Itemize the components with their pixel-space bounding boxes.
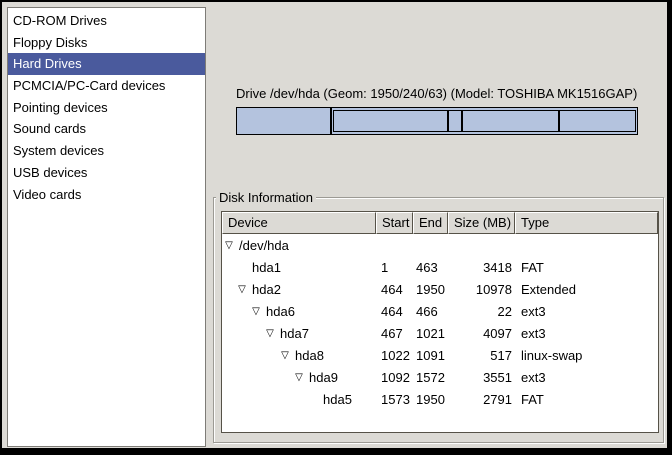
table-row-hda6[interactable]: ▽ hda6 46446622ext3 (222, 301, 658, 323)
device-name: hda5 (323, 392, 352, 407)
column-header-end[interactable]: End (413, 212, 448, 234)
cell-start: 1 (376, 257, 413, 279)
device-name: hda1 (252, 260, 281, 275)
cell-end: 463 (413, 257, 448, 279)
cell-size: 3551 (448, 367, 515, 389)
cell-type: ext3 (515, 323, 658, 345)
table-row-hda1[interactable]: ▽hda114633418FAT (222, 257, 658, 279)
column-header-device[interactable]: Device (222, 212, 376, 234)
cell-type (515, 235, 658, 257)
cell-size: 4097 (448, 323, 515, 345)
tree-expander-icon[interactable]: ▽ (223, 235, 235, 257)
tree-expander-icon[interactable]: ▽ (250, 301, 262, 323)
device-name: hda2 (252, 282, 281, 297)
window-body: CD-ROM DrivesFloppy DisksHard DrivesPCMC… (2, 2, 667, 448)
cell-end: 1091 (413, 345, 448, 367)
cell-end (413, 235, 448, 257)
cell-end: 1950 (413, 389, 448, 411)
device-name: hda6 (266, 304, 295, 319)
device-name: hda7 (280, 326, 309, 341)
cell-end: 1572 (413, 367, 448, 389)
cell-size: 10978 (448, 279, 515, 301)
column-header-type[interactable]: Type (515, 212, 658, 234)
primary-partition-divider (330, 108, 332, 134)
logical-partition-divider (461, 111, 463, 131)
sidebar-item-system-devices[interactable]: System devices (8, 140, 205, 162)
cell-start: 467 (376, 323, 413, 345)
cell-start: 464 (376, 301, 413, 323)
column-header-size-mb[interactable]: Size (MB) (448, 212, 515, 234)
hardware-browser-window: CD-ROM DrivesFloppy DisksHard DrivesPCMC… (0, 0, 672, 455)
cell-start: 464 (376, 279, 413, 301)
cell-type: Extended (515, 279, 658, 301)
table-row-hda8[interactable]: ▽ hda8 10221091517linux-swap (222, 345, 658, 367)
sidebar-item-usb-devices[interactable]: USB devices (8, 162, 205, 184)
device-category-list: CD-ROM DrivesFloppy DisksHard DrivesPCMC… (7, 7, 206, 447)
device-name: hda8 (295, 348, 324, 363)
cell-size: 22 (448, 301, 515, 323)
column-header-start[interactable]: Start (376, 212, 413, 234)
device-name: /dev/hda (239, 238, 289, 253)
tree-expander-icon[interactable]: ▽ (264, 323, 276, 345)
cell-end: 1950 (413, 279, 448, 301)
sidebar-item-pointing-devices[interactable]: Pointing devices (8, 97, 205, 119)
cell-type: linux-swap (515, 345, 658, 367)
cell-start: 1022 (376, 345, 413, 367)
sidebar-item-pcmcia-pc-card-devices[interactable]: PCMCIA/PC-Card devices (8, 75, 205, 97)
cell-size: 3418 (448, 257, 515, 279)
cell-size: 517 (448, 345, 515, 367)
device-name: hda9 (309, 370, 338, 385)
tree-expander-icon[interactable]: ▽ (293, 367, 305, 389)
cell-size (448, 235, 515, 257)
tree-expander-icon[interactable]: ▽ (279, 345, 291, 367)
sidebar-item-sound-cards[interactable]: Sound cards (8, 118, 205, 140)
table-row-hda9[interactable]: ▽ hda9 109215723551ext3 (222, 367, 658, 389)
sidebar-item-floppy-disks[interactable]: Floppy Disks (8, 32, 205, 54)
cell-type: FAT (515, 257, 658, 279)
cell-type: FAT (515, 389, 658, 411)
cell-end: 1021 (413, 323, 448, 345)
sidebar-item-hard-drives[interactable]: Hard Drives (8, 53, 205, 75)
extended-partition-region (333, 110, 636, 132)
cell-start: 1573 (376, 389, 413, 411)
table-row-dev-hda[interactable]: ▽ /dev/hda (222, 235, 658, 257)
sidebar-item-video-cards[interactable]: Video cards (8, 184, 205, 206)
disk-table: DeviceStartEndSize (MB)Type ▽ /dev/hda ▽ hd… (221, 211, 659, 433)
cell-end: 466 (413, 301, 448, 323)
drive-geometry-label: Drive /dev/hda (Geom: 1950/240/63) (Mode… (236, 86, 656, 101)
cell-size: 2791 (448, 389, 515, 411)
disk-information-frame: Disk Information DeviceStartEndSize (MB)… (213, 197, 664, 443)
cell-start (376, 235, 413, 257)
table-row-hda5[interactable]: ▽hda5157319502791FAT (222, 389, 658, 411)
sidebar-item-cd-rom-drives[interactable]: CD-ROM Drives (8, 10, 205, 32)
tree-expander-icon[interactable]: ▽ (236, 279, 248, 301)
logical-partition-divider (447, 111, 449, 131)
disk-table-header: DeviceStartEndSize (MB)Type (222, 212, 658, 234)
frame-title: Disk Information (216, 190, 316, 205)
partition-bar (236, 107, 638, 135)
table-row-hda7[interactable]: ▽ hda7 46710214097ext3 (222, 323, 658, 345)
cell-start: 1092 (376, 367, 413, 389)
logical-partition-divider (558, 111, 560, 131)
cell-type: ext3 (515, 367, 658, 389)
table-row-hda2[interactable]: ▽ hda2 464195010978Extended (222, 279, 658, 301)
cell-type: ext3 (515, 301, 658, 323)
disk-table-body: ▽/dev/hda▽hda114633418FAT▽hda24641950109… (222, 234, 658, 411)
